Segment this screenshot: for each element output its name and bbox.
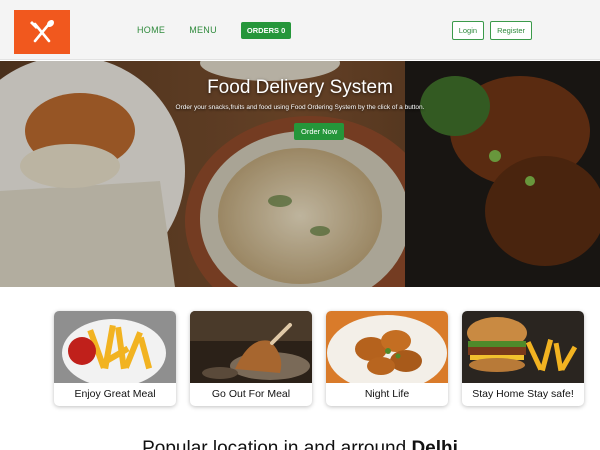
section-title-prefix: Popular location in and arround — [142, 438, 412, 450]
top-navbar: HOME MENU ORDERS 0 Login Register — [0, 0, 600, 60]
auth-buttons: Login Register — [446, 21, 532, 40]
order-now-button[interactable]: Order Now — [294, 123, 345, 140]
card-label: Enjoy Great Meal — [74, 388, 156, 400]
card-night-life[interactable]: Night Life — [326, 311, 448, 406]
card-stay-home[interactable]: Stay Home Stay safe! — [462, 311, 584, 406]
card-label: Go Out For Meal — [211, 388, 291, 400]
card-go-out-for-meal[interactable]: Go Out For Meal — [190, 311, 312, 406]
hero-subtitle: Order your snacks,fruits and food using … — [175, 104, 425, 111]
hero-content: Food Delivery System Order your snacks,f… — [0, 61, 600, 287]
nav-home[interactable]: HOME — [137, 25, 165, 35]
card-enjoy-great-meal[interactable]: Enjoy Great Meal — [54, 311, 176, 406]
register-button[interactable]: Register — [490, 21, 532, 40]
french-fries-icon — [54, 311, 176, 383]
logo[interactable] — [14, 10, 70, 54]
chicken-wings-icon — [326, 311, 448, 383]
restaurant-dish-icon — [190, 311, 312, 383]
main-nav: HOME MENU ORDERS 0 — [137, 21, 292, 39]
section-title: Popular location in and arround Delhi — [0, 438, 600, 450]
burger-icon — [462, 311, 584, 383]
orders-button[interactable]: ORDERS 0 — [240, 21, 292, 39]
hero-banner: Food Delivery System Order your snacks,f… — [0, 61, 600, 287]
section-title-city: Delhi — [411, 438, 458, 450]
login-button[interactable]: Login — [451, 21, 485, 40]
card-label: Stay Home Stay safe! — [472, 388, 574, 400]
card-label: Night Life — [364, 388, 410, 400]
fork-knife-icon — [30, 19, 55, 43]
nav-menu[interactable]: MENU — [189, 25, 217, 35]
hero-title: Food Delivery System — [207, 77, 393, 98]
